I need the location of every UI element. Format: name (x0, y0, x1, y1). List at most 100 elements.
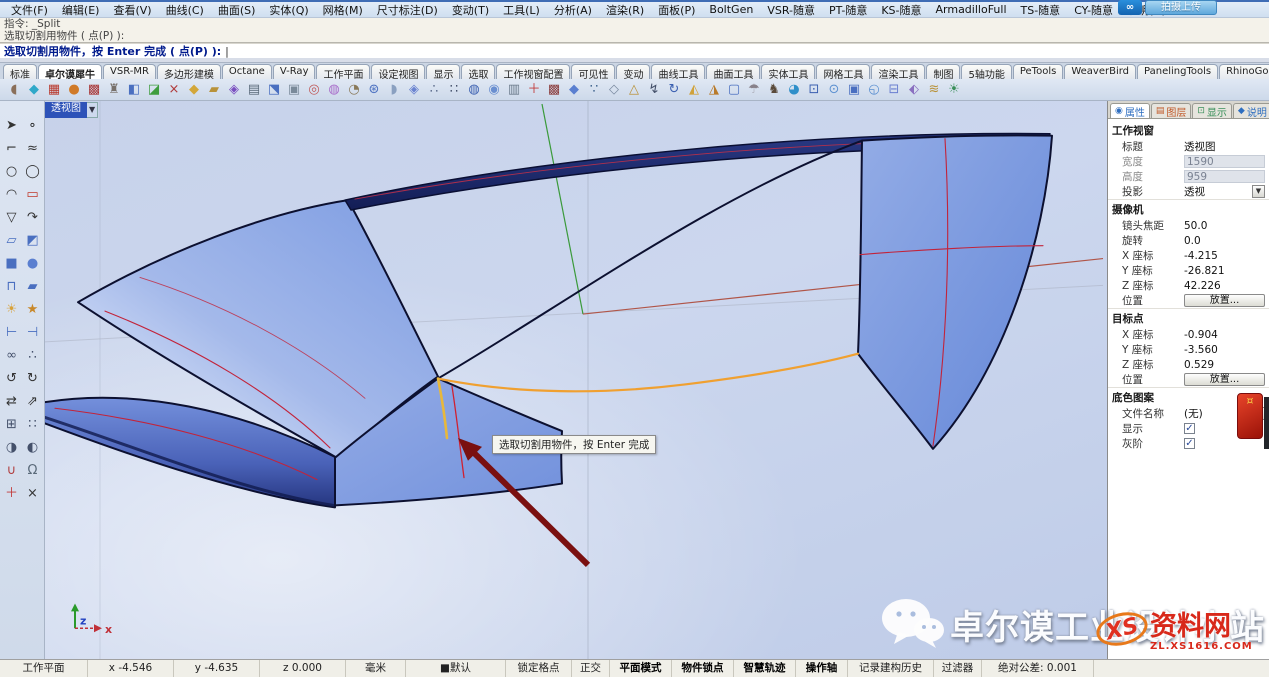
target-place-button[interactable]: 放置... (1184, 373, 1265, 386)
status-cell[interactable]: 记录建构历史 (848, 660, 934, 677)
tool-icon[interactable]: ☀ (1, 299, 22, 322)
panel-tab[interactable]: ◆ 说明 (1233, 103, 1269, 118)
tool-icon[interactable]: ■ (1, 253, 22, 276)
toolbar-tab[interactable]: 工作平面 (316, 64, 370, 79)
tool-icon[interactable]: ◠ (1, 184, 22, 207)
status-cell[interactable]: 工作平面 (0, 660, 88, 677)
viewport-title-tab[interactable]: 透视图 ▼ (45, 102, 98, 118)
toolbar-icon[interactable]: ↯ (644, 81, 664, 99)
toolbar-icon[interactable]: ● (64, 81, 84, 99)
tool-icon[interactable]: ⊓ (1, 276, 22, 299)
grayscale-checkbox[interactable]: ✓ (1184, 438, 1195, 449)
tool-icon[interactable]: ⌐ (1, 138, 22, 161)
promo-red-icon[interactable]: ¤ (1237, 393, 1263, 439)
tool-icon[interactable]: ∴ (22, 345, 43, 368)
tool-icon[interactable]: ◯ (22, 161, 43, 184)
toolbar-tab[interactable]: RhinoGold (1219, 64, 1269, 79)
toolbar-icon[interactable]: ⬖ (904, 81, 924, 99)
panel-tab[interactable]: ⊡ 显示 (1192, 103, 1232, 118)
toolbar-icon[interactable]: ⊡ (804, 81, 824, 99)
status-cell[interactable]: y -4.635 (174, 660, 260, 677)
toolbar-icon[interactable]: ▥ (504, 81, 524, 99)
tool-icon[interactable]: ＋ (1, 483, 22, 506)
menu-item[interactable]: 曲面(S) (211, 2, 263, 18)
tool-icon[interactable]: ⊞ (1, 414, 22, 437)
toolbar-icon[interactable]: ◆ (184, 81, 204, 99)
menu-item[interactable]: PT-随意 (822, 2, 874, 18)
tool-icon[interactable]: ◐ (22, 437, 43, 460)
property-value[interactable]: -4.215 (1184, 250, 1265, 262)
status-cell[interactable]: 毫米 (346, 660, 406, 677)
toolbar-icon[interactable]: ◍ (464, 81, 484, 99)
menu-item[interactable]: 编辑(E) (55, 2, 107, 18)
tool-icon[interactable]: ↻ (22, 368, 43, 391)
status-cell[interactable]: 操作轴 (796, 660, 848, 677)
toolbar-tab[interactable]: 可见性 (571, 64, 615, 79)
toolbar-tab[interactable]: 制图 (926, 64, 960, 79)
menu-item[interactable]: 网格(M) (316, 2, 370, 18)
menu-item[interactable]: 文件(F) (4, 2, 55, 18)
toolbar-icon[interactable]: ⬔ (264, 81, 284, 99)
toolbar-tab[interactable]: 设定视图 (371, 64, 425, 79)
tool-icon[interactable]: ↺ (1, 368, 22, 391)
command-input[interactable]: 选取切割用物件，按 Enter 完成 ( 点(P) ): | (0, 43, 1269, 58)
tool-icon[interactable]: ⇗ (22, 391, 43, 414)
projection-dropdown[interactable]: 透视 ▼ (1184, 184, 1265, 199)
toolbar-icon[interactable]: ◪ (144, 81, 164, 99)
menu-item[interactable]: 曲线(C) (159, 2, 211, 18)
toolbar-tab[interactable]: 网格工具 (816, 64, 870, 79)
tool-icon[interactable]: ▽ (1, 207, 22, 230)
property-value[interactable]: -26.821 (1184, 265, 1265, 277)
menu-item[interactable]: 面板(P) (651, 2, 702, 18)
toolbar-tab[interactable]: 显示 (426, 64, 460, 79)
toolbar-icon[interactable]: ◈ (404, 81, 424, 99)
toolbar-icon[interactable]: ◕ (784, 81, 804, 99)
menu-item[interactable]: 查看(V) (106, 2, 158, 18)
status-cell[interactable]: 智慧轨迹 (734, 660, 796, 677)
tool-icon[interactable]: ▭ (22, 184, 43, 207)
viewport-dropdown-arrow[interactable]: ▼ (87, 102, 98, 118)
toolbar-icon[interactable]: ◇ (604, 81, 624, 99)
viewport-title[interactable]: 透视图 (45, 102, 87, 118)
toolbar-icon[interactable]: ⊛ (364, 81, 384, 99)
panel-tab[interactable]: ▤ 图层 (1151, 103, 1192, 118)
toolbar-icon[interactable]: ▦ (44, 81, 64, 99)
menu-item[interactable]: 变动(T) (445, 2, 496, 18)
status-cell[interactable]: 平面模式 (610, 660, 672, 677)
toolbar-tab[interactable]: 卓尔谟犀牛 (38, 64, 102, 79)
tool-icon[interactable]: ● (22, 253, 43, 276)
toolbar-icon[interactable]: ▰ (204, 81, 224, 99)
toolbar-icon[interactable]: ◉ (484, 81, 504, 99)
tool-icon[interactable]: Ω (22, 460, 43, 483)
toolbar-tab[interactable]: 曲面工具 (706, 64, 760, 79)
chevron-down-icon[interactable]: ▼ (1252, 185, 1265, 198)
tool-icon[interactable]: ↷ (22, 207, 43, 230)
toolbar-icon[interactable]: ⊟ (884, 81, 904, 99)
menu-item[interactable]: 分析(A) (547, 2, 599, 18)
menu-item[interactable]: 渲染(R) (599, 2, 651, 18)
show-checkbox[interactable]: ✓ (1184, 423, 1195, 434)
tool-icon[interactable]: ∪ (1, 460, 22, 483)
tool-icon[interactable]: ○ (1, 161, 22, 184)
menu-item[interactable]: 尺寸标注(D) (370, 2, 445, 18)
toolbar-icon[interactable]: ♜ (104, 81, 124, 99)
status-cell[interactable]: 正交 (572, 660, 610, 677)
toolbar-icon[interactable]: ∴ (424, 81, 444, 99)
toolbar-icon[interactable]: ◮ (704, 81, 724, 99)
toolbar-icon[interactable]: ◖ (4, 81, 24, 99)
toolbar-tab[interactable]: 多边形建模 (157, 64, 221, 79)
toolbar-tab[interactable]: 变动 (616, 64, 650, 79)
tool-icon[interactable]: ≈ (22, 138, 43, 161)
toolbar-icon[interactable]: ∵ (584, 81, 604, 99)
toolbar-tab[interactable]: 标准 (3, 64, 37, 79)
tool-icon[interactable]: ◑ (1, 437, 22, 460)
status-cell[interactable]: ■默认 (406, 660, 506, 677)
toolbar-icon[interactable]: ＋ (524, 81, 544, 99)
tool-icon[interactable]: ∘ (22, 115, 43, 138)
menu-item[interactable]: ArmadilloFull (929, 3, 1014, 16)
toolbar-icon[interactable]: ⊙ (824, 81, 844, 99)
status-cell[interactable]: 过滤器 (934, 660, 982, 677)
tool-icon[interactable]: ★ (22, 299, 43, 322)
toolbar-tab[interactable]: V-Ray (273, 64, 316, 79)
tool-icon[interactable]: ⇄ (1, 391, 22, 414)
